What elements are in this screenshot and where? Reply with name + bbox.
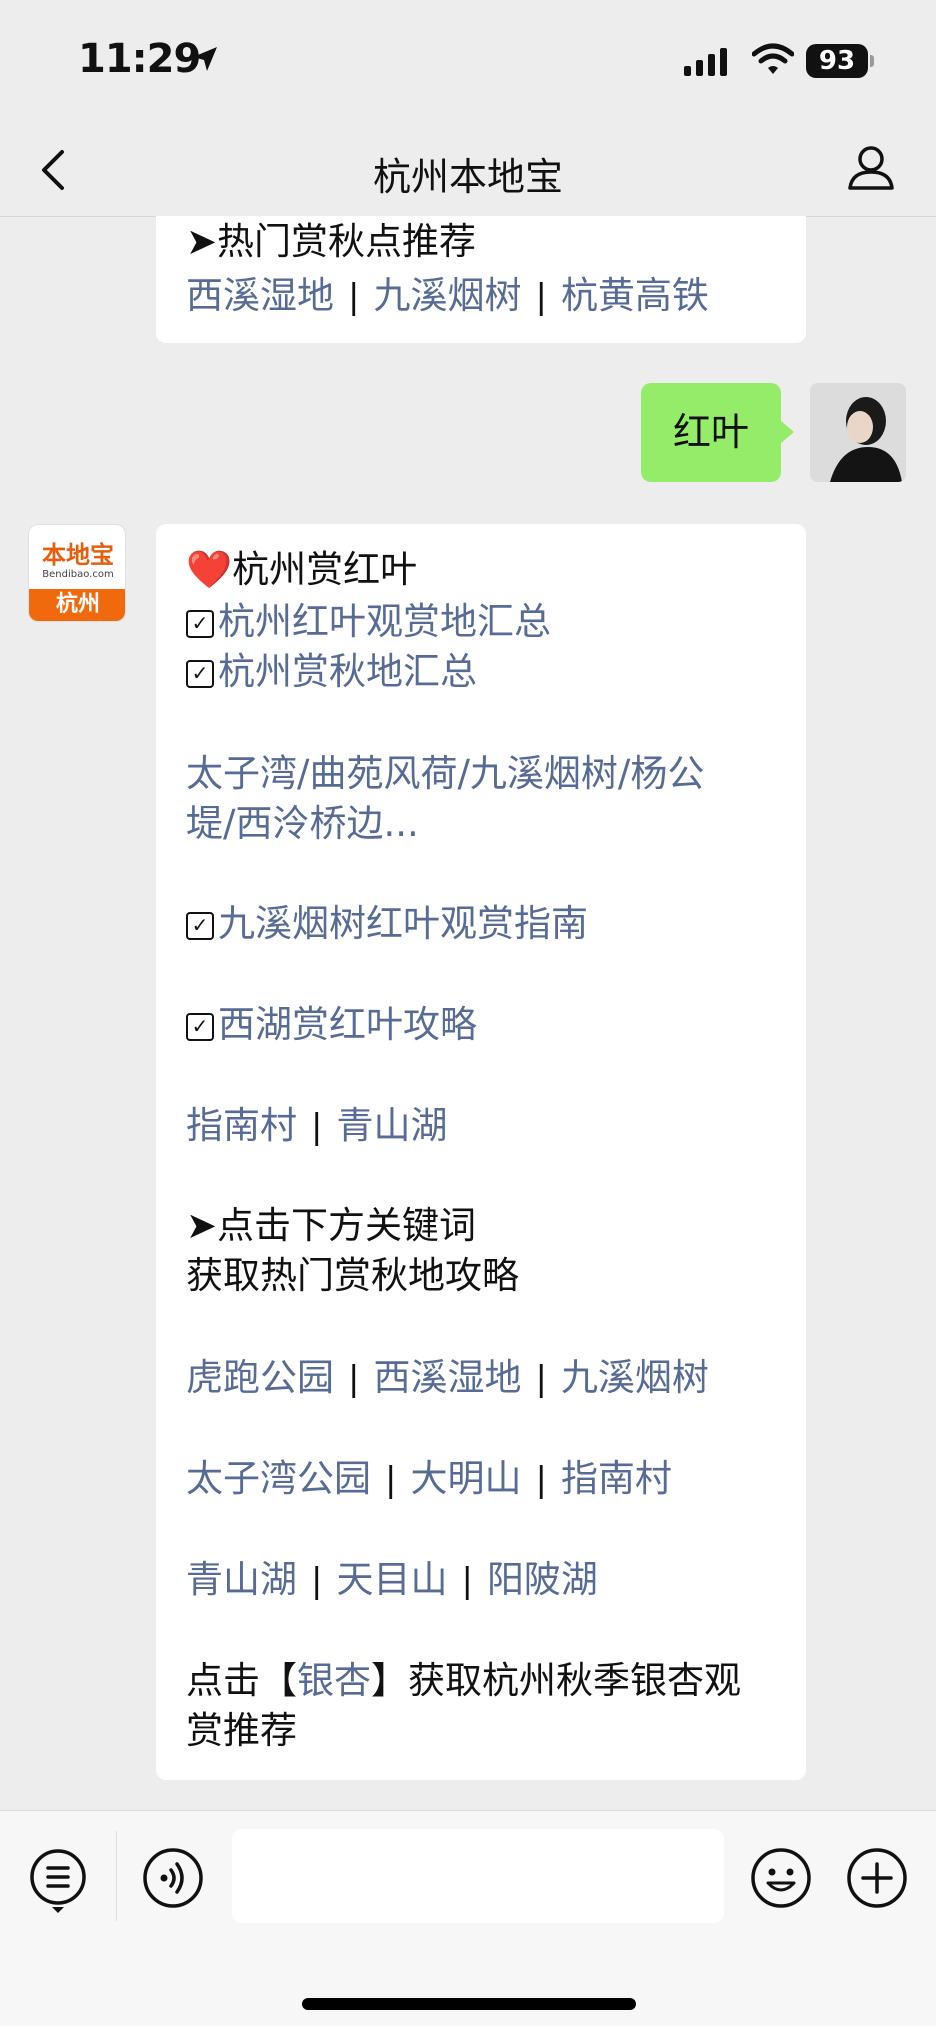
link-qingshan-lake[interactable]: 青山湖 xyxy=(186,1558,297,1601)
user-message-bubble[interactable]: 红叶 xyxy=(641,383,781,482)
logo-brand: 本地宝 xyxy=(42,541,114,569)
link-jiuxi[interactable]: 九溪烟树 xyxy=(561,1356,709,1399)
link-xixi-wetland[interactable]: 西溪湿地 xyxy=(373,1356,521,1399)
check-item: ✓ 杭州赏秋地汇总 xyxy=(186,646,477,698)
links-row-4: 青山湖 | 天目山 | 阳陂湖 xyxy=(186,1554,598,1607)
input-toolbar xyxy=(0,1810,936,2026)
signal-icon xyxy=(684,48,727,76)
links-row-3: 太子湾公园 | 大明山 | 指南村 xyxy=(186,1453,672,1506)
status-time: 11:29 xyxy=(78,36,201,82)
separator: | xyxy=(535,1359,547,1399)
ginkgo-line-2: 赏推荐 xyxy=(186,1709,297,1752)
status-bar: 11:29 93 xyxy=(0,0,936,120)
previous-message-bubble: ➤热门赏秋点推荐 西溪湿地 | 九溪烟树 | 杭黄高铁 xyxy=(156,216,806,343)
avatar-photo xyxy=(810,383,906,482)
separator: | xyxy=(348,277,360,317)
link-hangzhou-huangshan-rail[interactable]: 杭黄高铁 xyxy=(561,274,709,317)
link-yangpo-lake[interactable]: 阳陂湖 xyxy=(487,1558,598,1601)
location-arrow-icon xyxy=(193,47,217,71)
page-title: 杭州本地宝 xyxy=(372,155,563,199)
ginkgo-prefix: 点击【 xyxy=(186,1659,297,1702)
link-westlake-guide[interactable]: 西湖赏红叶攻略 xyxy=(218,1003,477,1046)
separator: | xyxy=(311,1107,323,1147)
link-zhinan-village[interactable]: 指南村 xyxy=(186,1104,297,1147)
keyword-subheading: 获取热门赏秋地攻略 xyxy=(186,1254,519,1297)
keyword-heading: ➤点击下方关键词 xyxy=(186,1204,477,1247)
logo-city: 杭州 xyxy=(29,589,125,621)
sender-avatar-logo[interactable]: 本地宝 Bendibao.com 杭州 xyxy=(28,524,126,622)
user-bubble-tail xyxy=(780,420,794,444)
checkbox-icon: ✓ xyxy=(186,1013,214,1041)
hot-spots-links: 西溪湿地 | 九溪烟树 | 杭黄高铁 xyxy=(186,270,709,323)
links-row-1: 指南村 | 青山湖 xyxy=(186,1100,447,1153)
check-item: ✓ 九溪烟树红叶观赏指南 xyxy=(186,898,588,950)
link-daming-mountain[interactable]: 大明山 xyxy=(410,1457,521,1500)
reply-message-bubble: ❤️杭州赏红叶 ✓ 杭州红叶观赏地汇总 ✓ 杭州赏秋地汇总 太子湾/曲苑风荷/九溪烟… xyxy=(156,524,806,1780)
separator: | xyxy=(535,277,547,317)
ginkgo-line: 点击【银杏】获取杭州秋季银杏观 xyxy=(186,1655,741,1707)
checkbox-icon: ✓ xyxy=(186,660,214,688)
separator: | xyxy=(461,1561,473,1601)
battery-tip xyxy=(870,55,874,67)
link-jiuxi-guide[interactable]: 九溪烟树红叶观赏指南 xyxy=(218,902,588,945)
separator: | xyxy=(385,1460,397,1500)
message-input[interactable] xyxy=(232,1829,724,1923)
hot-autumn-heading: ➤热门赏秋点推荐 xyxy=(186,220,477,263)
link-red-leaves-summary[interactable]: 杭州红叶观赏地汇总 xyxy=(218,600,551,643)
battery-indicator: 93 xyxy=(806,44,868,78)
separator: | xyxy=(311,1561,323,1601)
link-spots-list-cont[interactable]: 堤/西泠桥边... xyxy=(186,798,419,850)
link-qingshan-lake[interactable]: 青山湖 xyxy=(336,1104,447,1147)
link-spots-list[interactable]: 太子湾/曲苑风荷/九溪烟树/杨公 xyxy=(186,748,704,800)
menu-list-icon[interactable] xyxy=(28,1847,88,1913)
separator: | xyxy=(348,1359,360,1399)
link-tianmu-mountain[interactable]: 天目山 xyxy=(336,1558,447,1601)
user-avatar[interactable] xyxy=(810,383,906,482)
heart-title: ❤️杭州赏红叶 xyxy=(186,548,418,591)
checkbox-icon: ✓ xyxy=(186,610,214,638)
link-zhinan-village[interactable]: 指南村 xyxy=(561,1457,672,1500)
plus-icon[interactable] xyxy=(846,1847,908,1909)
link-ginkgo[interactable]: 银杏 xyxy=(297,1659,371,1702)
link-jiuxi[interactable]: 九溪烟树 xyxy=(373,274,521,317)
person-icon[interactable] xyxy=(846,142,896,192)
wifi-icon xyxy=(752,43,794,74)
emoji-icon[interactable] xyxy=(750,1847,812,1909)
link-xixi-wetland[interactable]: 西溪湿地 xyxy=(186,274,334,317)
chat-header: 杭州本地宝 xyxy=(0,120,936,217)
ginkgo-suffix: 】获取杭州秋季银杏观 xyxy=(371,1659,741,1702)
home-indicator[interactable] xyxy=(302,1998,636,2010)
link-autumn-summary[interactable]: 杭州赏秋地汇总 xyxy=(218,650,477,693)
link-hupao-park[interactable]: 虎跑公园 xyxy=(186,1356,334,1399)
toolbar-divider xyxy=(116,1831,117,1921)
separator: | xyxy=(535,1460,547,1500)
links-row-2: 虎跑公园 | 西溪湿地 | 九溪烟树 xyxy=(186,1352,709,1405)
checkbox-icon: ✓ xyxy=(186,912,214,940)
link-taiziwan-park[interactable]: 太子湾公园 xyxy=(186,1457,371,1500)
logo-url: Bendibao.com xyxy=(42,569,114,580)
check-item: ✓ 西湖赏红叶攻略 xyxy=(186,999,477,1051)
check-item: ✓ 杭州红叶观赏地汇总 xyxy=(186,596,551,648)
voice-icon[interactable] xyxy=(142,1847,204,1909)
